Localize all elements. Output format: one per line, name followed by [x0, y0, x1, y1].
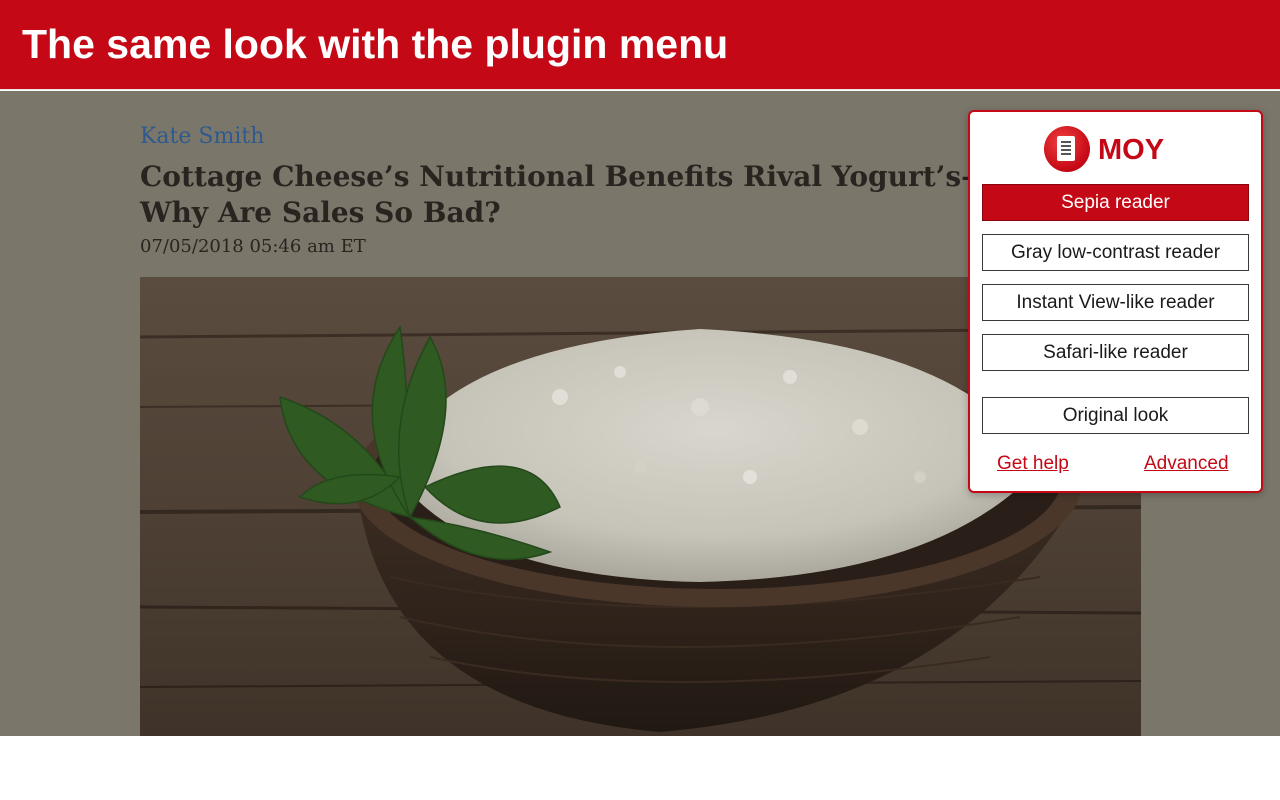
gray-low-contrast-reader-button[interactable]: Gray low-contrast reader — [982, 234, 1249, 271]
banner-title: The same look with the plugin menu — [22, 21, 729, 67]
article-date: 07/05/2018 05:46 am ET — [140, 236, 366, 257]
advanced-link[interactable]: Advanced — [1144, 452, 1229, 476]
instant-view-reader-button[interactable]: Instant View-like reader — [982, 284, 1249, 321]
safari-like-reader-button[interactable]: Safari-like reader — [982, 334, 1249, 371]
get-help-link[interactable]: Get help — [997, 452, 1069, 476]
plugin-brand: MOY — [1098, 134, 1165, 166]
top-banner: The same look with the plugin menu — [0, 0, 1280, 90]
article-headline: Cottage Cheese’s Nutritional Benefits Ri… — [140, 160, 990, 229]
plugin-menu: MOY Sepia reader Gray low-contrast reade… — [968, 110, 1263, 493]
original-look-button[interactable]: Original look — [982, 397, 1249, 434]
sepia-reader-button[interactable]: Sepia reader — [982, 184, 1249, 221]
article-author[interactable]: Kate Smith — [140, 123, 264, 151]
document-icon — [1044, 126, 1090, 172]
